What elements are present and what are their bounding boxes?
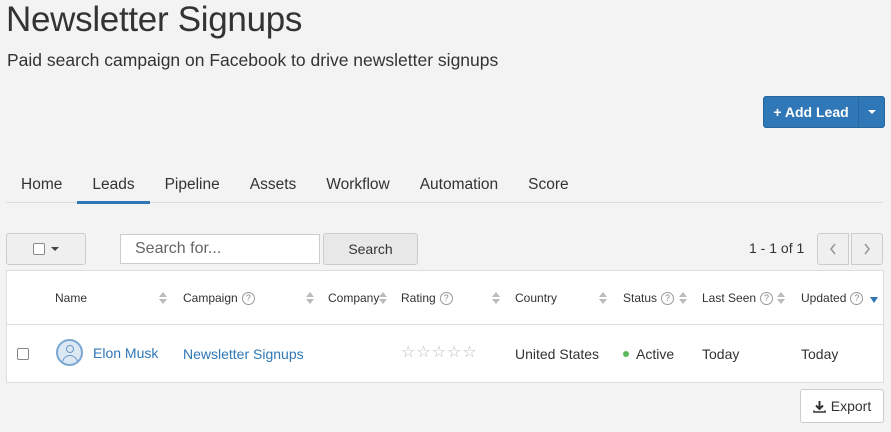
status-dot-icon (623, 351, 629, 358)
sort-icon[interactable] (679, 291, 687, 305)
column-header-company[interactable]: Company (328, 291, 379, 305)
help-icon[interactable]: ? (439, 291, 453, 305)
leads-table: Name Campaign? Company Rating? Country S… (6, 270, 884, 383)
sort-icon[interactable] (159, 291, 167, 305)
search-button[interactable]: Search (323, 233, 418, 265)
tab-automation[interactable]: Automation (405, 166, 513, 203)
help-icon[interactable]: ? (850, 291, 864, 305)
download-icon (812, 400, 826, 413)
tab-leads[interactable]: Leads (77, 166, 150, 204)
help-icon[interactable]: ? (760, 291, 774, 305)
avatar (56, 339, 83, 366)
column-label: Country (515, 291, 558, 305)
sort-icon[interactable] (777, 291, 785, 305)
sort-descending-icon[interactable] (870, 297, 878, 303)
lead-last-seen: Today (702, 346, 740, 362)
tab-score[interactable]: Score (513, 166, 584, 203)
column-label: Name (55, 291, 88, 305)
pagination-text: 1 - 1 of 1 (749, 240, 805, 256)
status-text: Active (636, 346, 675, 362)
sort-icon[interactable] (599, 291, 607, 305)
add-lead-button-group: + Add Lead (763, 96, 885, 128)
chevron-down-icon (51, 247, 59, 251)
page-title: Newsletter Signups (6, 0, 303, 39)
help-icon[interactable]: ? (661, 291, 675, 305)
add-lead-dropdown-button[interactable] (858, 97, 884, 127)
column-header-rating[interactable]: Rating? (401, 291, 453, 305)
column-header-country[interactable]: Country (515, 291, 557, 305)
star-icon[interactable]: ☆ (401, 344, 416, 361)
export-button[interactable]: Export (800, 389, 884, 423)
search-input[interactable] (120, 234, 320, 264)
tab-bar: Home Leads Pipeline Assets Workflow Auto… (6, 166, 883, 204)
tab-home[interactable]: Home (6, 166, 77, 203)
row-checkbox[interactable] (17, 348, 29, 360)
column-header-last-seen[interactable]: Last Seen? (702, 291, 774, 305)
help-icon[interactable]: ? (241, 291, 255, 305)
chevron-left-icon (829, 243, 836, 255)
column-label: Rating (401, 291, 436, 305)
column-label: Updated (801, 291, 847, 305)
column-label: Campaign (183, 291, 238, 305)
column-header-name[interactable]: Name (55, 291, 87, 305)
status-badge: Active (623, 346, 674, 362)
previous-page-button[interactable] (817, 233, 849, 265)
star-icon[interactable]: ☆ (416, 344, 431, 361)
export-label: Export (830, 398, 872, 414)
bulk-select-dropdown[interactable] (6, 233, 86, 265)
lead-campaign-link[interactable]: Newsletter Signups (183, 346, 304, 362)
column-label: Company (328, 291, 380, 305)
column-header-campaign[interactable]: Campaign? (183, 291, 255, 305)
tab-pipeline[interactable]: Pipeline (150, 166, 235, 203)
sort-icon[interactable] (306, 291, 314, 305)
table-header: Name Campaign? Company Rating? Country S… (7, 271, 883, 325)
star-icon[interactable]: ☆ (432, 344, 447, 361)
sort-icon[interactable] (379, 291, 387, 305)
star-icon[interactable]: ☆ (447, 344, 462, 361)
chevron-right-icon (864, 243, 871, 255)
column-label: Status (623, 291, 658, 305)
tab-assets[interactable]: Assets (235, 166, 312, 203)
column-header-status[interactable]: Status? (623, 291, 675, 305)
lead-name-link[interactable]: Elon Musk (93, 345, 158, 361)
column-header-updated[interactable]: Updated? (801, 291, 864, 305)
rating-stars[interactable]: ☆☆☆☆☆ (401, 342, 478, 362)
add-lead-button[interactable]: + Add Lead (764, 97, 858, 127)
next-page-button[interactable] (851, 233, 883, 265)
select-all-checkbox[interactable] (33, 243, 45, 255)
page-subtitle: Paid search campaign on Facebook to driv… (7, 50, 499, 70)
user-icon (66, 345, 74, 353)
chevron-down-icon (867, 110, 876, 114)
lead-country: United States (515, 346, 600, 362)
star-icon[interactable]: ☆ (462, 344, 477, 361)
tab-workflow[interactable]: Workflow (311, 166, 404, 203)
sort-icon[interactable] (492, 291, 500, 305)
lead-updated: Today (801, 346, 839, 362)
column-label: Last Seen (702, 291, 757, 305)
